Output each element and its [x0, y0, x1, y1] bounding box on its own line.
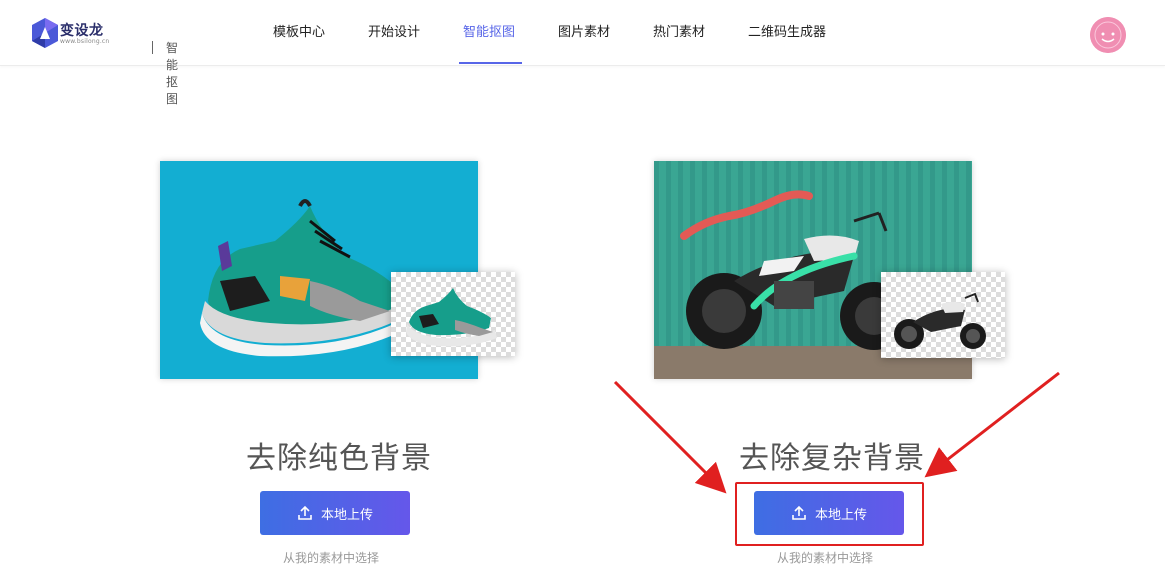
nav-smart-cutout[interactable]: 智能抠图	[463, 0, 515, 65]
upload-button-label: 本地上传	[320, 507, 373, 523]
nav-active-indicator	[459, 62, 522, 64]
user-avatar[interactable]	[1090, 17, 1126, 53]
highlight-box	[735, 482, 924, 546]
nav-popular-assets[interactable]: 热门素材	[653, 0, 705, 65]
nav-template-center[interactable]: 模板中心	[273, 0, 325, 65]
nav-start-design[interactable]: 开始设计	[368, 0, 420, 65]
motorcycle-cutout-image	[894, 292, 986, 349]
logo[interactable]: 变设龙 www.bsilong.cn 智能抠图	[30, 17, 180, 106]
logo-divider	[152, 41, 153, 54]
choose-from-assets-link[interactable]: 从我的素材中选择	[777, 549, 873, 566]
arrow-left	[613, 380, 727, 494]
arrow-right	[924, 371, 1060, 478]
logo-subtitle: 智能抠图	[166, 41, 181, 106]
top-header: 变设龙 www.bsilong.cn 智能抠图 模板中心 开始设计 智能抠图 图…	[0, 0, 1165, 106]
choose-from-assets-link[interactable]: 从我的素材中选择	[283, 549, 379, 566]
logo-name: 变设龙	[60, 23, 104, 39]
upload-icon	[298, 505, 312, 520]
logo-domain: www.bsilong.cn	[60, 38, 110, 45]
complex-background-title: 去除复杂背景	[739, 441, 925, 476]
solid-background-title: 去除纯色背景	[246, 441, 432, 476]
solid-background-result-thumbnail	[391, 272, 515, 356]
complex-background-result-thumbnail	[881, 272, 1005, 358]
nav-qrcode-generator[interactable]: 二维码生成器	[748, 0, 826, 65]
logo-icon	[32, 18, 58, 48]
shoe-cutout-image	[406, 288, 497, 347]
solid-background-upload-button[interactable]: 本地上传	[260, 491, 410, 535]
nav-image-assets[interactable]: 图片素材	[558, 0, 610, 65]
